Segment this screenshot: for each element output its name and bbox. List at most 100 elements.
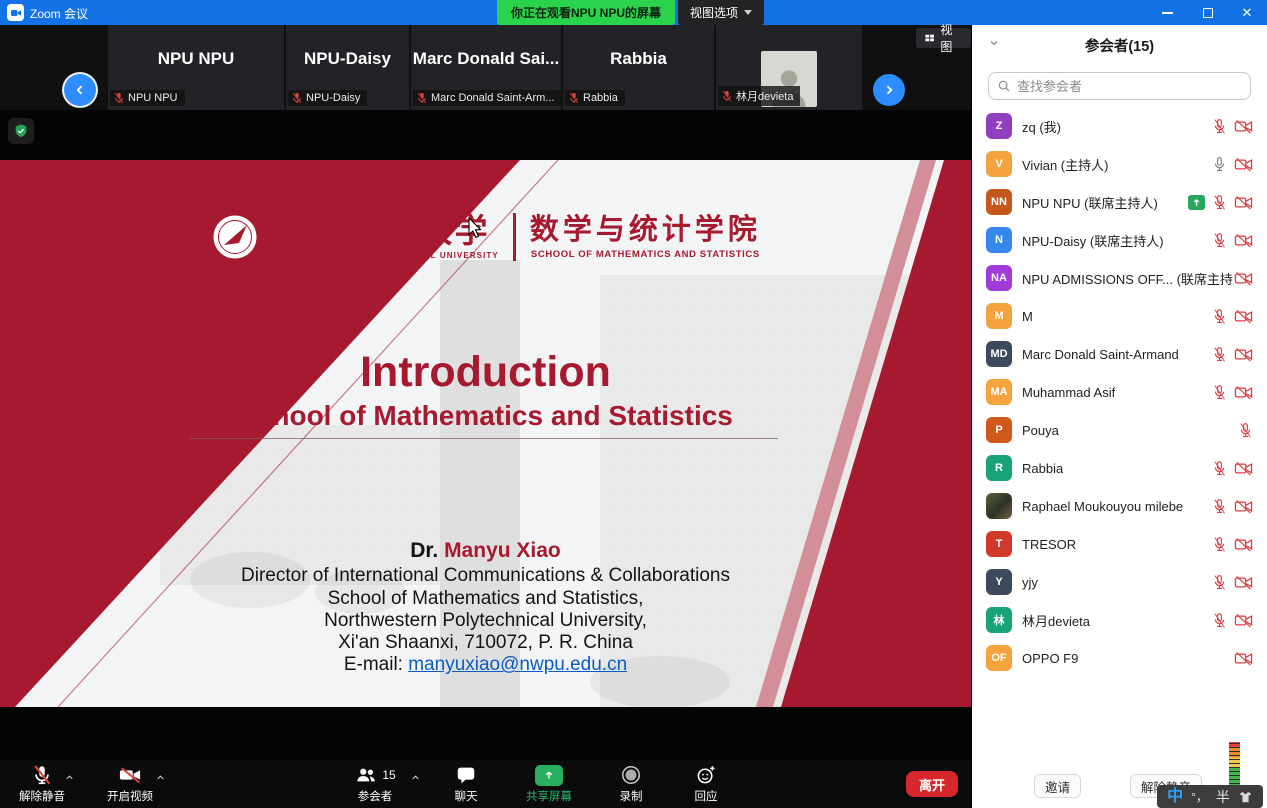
meeting-toolbar: 解除静音 开启视频 15 参会者 聊天 共享屏幕 录制 (0, 760, 971, 808)
avatar: Y (986, 569, 1012, 595)
participant-row[interactable]: Z zq (我) (972, 107, 1267, 145)
avatar: NA (986, 265, 1012, 291)
avatar-initials: NA (991, 272, 1007, 284)
ime-punctuation-mode[interactable]: °， (1191, 788, 1208, 805)
reactions-icon (694, 764, 718, 786)
speaker-title-line: Director of International Communications… (0, 565, 971, 587)
participant-row[interactable]: Raphael Moukouyou milebe (972, 487, 1267, 525)
mic-options-chevron[interactable] (64, 772, 75, 783)
scroll-left-button[interactable] (64, 74, 96, 106)
video-options-chevron[interactable] (155, 772, 166, 783)
mic-muted-icon (31, 764, 53, 786)
speaker-name: Manyu Xiao (438, 539, 561, 562)
avatar-initials: Z (996, 120, 1003, 132)
ime-width-mode[interactable]: 半 (1216, 787, 1230, 807)
avatar: N (986, 227, 1012, 253)
video-off-icon (1234, 499, 1253, 514)
mic-muted-icon (1238, 422, 1253, 439)
ime-language-mode[interactable]: 中 (1167, 789, 1183, 805)
mic-muted-icon (1212, 308, 1227, 325)
university-logo-block: 西北工业大学 NORTHWESTERN POLYTECHNICAL UNIVER… (0, 212, 971, 262)
maximize-button[interactable] (1190, 0, 1226, 25)
leave-meeting-button[interactable]: 离开 (906, 771, 958, 797)
video-off-icon (1234, 157, 1253, 172)
record-button[interactable]: 录制 (601, 763, 661, 804)
video-off-icon (1234, 271, 1253, 286)
share-screen-button[interactable]: 共享屏幕 (517, 763, 581, 804)
ime-skin-icon[interactable] (1238, 790, 1253, 804)
mic-muted-icon (1212, 384, 1227, 401)
slide-divider-line (190, 438, 778, 439)
participant-name: Vivian (主持人) (1022, 155, 1108, 174)
speaker-info: Dr. Manyu Xiao Director of International… (0, 540, 971, 677)
participant-row[interactable]: T TRESOR (972, 525, 1267, 563)
mic-muted-icon (569, 92, 579, 104)
tile-name-label: Rabbia (565, 90, 625, 106)
viewing-screen-banner: 你正在观看NPU NPU的屏幕 (497, 0, 675, 25)
school-name-en: SCHOOL OF MATHEMATICS AND STATISTICS (531, 249, 760, 260)
view-layout-button[interactable]: 视图 (916, 28, 971, 48)
participants-options-chevron[interactable] (410, 772, 421, 783)
avatar (986, 493, 1012, 519)
screen-share-badge (1188, 195, 1205, 210)
participant-row[interactable]: MA Muhammad Asif (972, 373, 1267, 411)
avatar: T (986, 531, 1012, 557)
start-video-button[interactable]: 开启视频 (100, 763, 160, 804)
video-tile[interactable]: NPU NPU NPU NPU (108, 25, 284, 110)
start-video-label: 开启视频 (107, 788, 153, 804)
video-off-icon (118, 764, 142, 786)
participants-button[interactable]: 15 参会者 (340, 763, 410, 804)
scroll-right-button[interactable] (873, 74, 905, 106)
video-tile[interactable]: NPU-Daisy NPU-Daisy (286, 25, 409, 110)
chat-button[interactable]: 聊天 (436, 763, 496, 804)
participant-row[interactable]: P Pouya (972, 411, 1267, 449)
search-input[interactable] (1017, 79, 1242, 94)
record-icon (620, 764, 642, 786)
participant-name: OPPO F9 (1022, 651, 1078, 666)
mic-muted-icon (1212, 460, 1227, 477)
invite-button[interactable]: 邀请 (1034, 774, 1081, 798)
participant-row[interactable]: 林 林月devieta (972, 601, 1267, 639)
video-tile[interactable]: Marc Donald Sai... Marc Donald Saint-Arm… (411, 25, 561, 110)
record-label: 录制 (620, 788, 643, 804)
shield-check-icon (13, 123, 29, 139)
participants-count: 15 (382, 768, 395, 782)
video-tile[interactable]: Rabbia Rabbia (563, 25, 714, 110)
avatar: P (986, 417, 1012, 443)
participant-name: Rabbia (1022, 461, 1063, 476)
avatar-initials: T (996, 538, 1003, 550)
participant-row[interactable]: NA NPU ADMISSIONS OFF... (联席主持人) (972, 259, 1267, 297)
participant-search (988, 72, 1251, 100)
zoom-meeting-window: Zoom 会议 你正在观看NPU NPU的屏幕 视图选项 ✕ NPU NPU N… (0, 0, 1267, 808)
mic-on-icon (1212, 156, 1227, 173)
avatar: M (986, 303, 1012, 329)
mic-muted-icon (292, 92, 302, 104)
window-title: Zoom 会议 (30, 5, 88, 22)
reactions-button[interactable]: 回应 (676, 763, 736, 804)
unmute-button[interactable]: 解除静音 (12, 763, 72, 804)
video-tile[interactable]: 林月devieta (716, 25, 862, 110)
participant-row[interactable]: M M (972, 297, 1267, 335)
email-link: manyuxiao@nwpu.edu.cn (408, 654, 627, 675)
speaker-school-line: School of Mathematics and Statistics, (0, 588, 971, 610)
panel-title: 参会者(15) (972, 35, 1267, 56)
participant-name: zq (我) (1022, 117, 1061, 136)
video-off-icon (1234, 119, 1253, 134)
view-options-button[interactable]: 视图选项 (678, 0, 764, 25)
participant-row[interactable]: V Vivian (主持人) (972, 145, 1267, 183)
participant-row[interactable]: R Rabbia (972, 449, 1267, 487)
logo-divider (513, 213, 516, 261)
participant-row[interactable]: OF OPPO F9 (972, 639, 1267, 677)
mouse-cursor (468, 217, 485, 239)
participant-row[interactable]: Y yjy (972, 563, 1267, 601)
participant-row[interactable]: NN NPU NPU (联席主持人) (972, 183, 1267, 221)
participant-row[interactable]: N NPU-Daisy (联席主持人) (972, 221, 1267, 259)
search-icon (997, 79, 1011, 93)
avatar-initials: Y (995, 576, 1002, 588)
mic-muted-icon (417, 92, 427, 104)
minimize-button[interactable] (1149, 0, 1185, 25)
mic-muted-icon (722, 90, 732, 102)
participant-name: 林月devieta (1022, 611, 1090, 630)
close-button[interactable]: ✕ (1229, 0, 1265, 25)
participant-row[interactable]: MD Marc Donald Saint-Armand (972, 335, 1267, 373)
